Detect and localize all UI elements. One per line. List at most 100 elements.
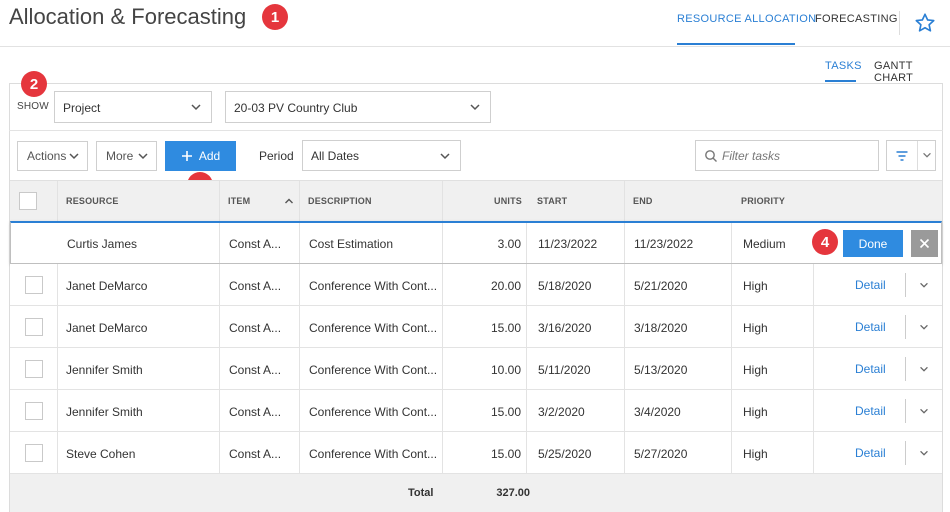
row-checkbox[interactable] bbox=[25, 360, 43, 378]
add-button-label: Add bbox=[198, 149, 221, 163]
column-divider bbox=[624, 181, 625, 222]
chevron-down-icon[interactable] bbox=[918, 447, 930, 459]
column-divider bbox=[526, 223, 527, 263]
column-header-end[interactable]: END bbox=[633, 196, 653, 206]
cell-description: Cost Estimation bbox=[309, 237, 394, 251]
column-divider bbox=[526, 390, 527, 431]
toolbar-divider bbox=[9, 130, 943, 131]
column-header-resource[interactable]: RESOURCE bbox=[66, 196, 119, 206]
tab-tasks[interactable]: TASKS bbox=[825, 60, 862, 72]
cell-end: 3/18/2020 bbox=[634, 321, 688, 335]
cell-resource: Janet DeMarco bbox=[66, 321, 148, 335]
column-header-start[interactable]: START bbox=[537, 196, 567, 206]
project-select[interactable]: 20-03 PV Country Club bbox=[225, 91, 491, 123]
column-divider bbox=[526, 306, 527, 347]
search-input[interactable] bbox=[722, 147, 872, 165]
column-divider bbox=[57, 390, 58, 431]
cancel-edit-button[interactable] bbox=[911, 230, 938, 257]
cell-description: Conference With Cont... bbox=[309, 363, 438, 377]
column-divider bbox=[624, 264, 625, 305]
detail-link[interactable]: Detail bbox=[855, 362, 886, 376]
cell-description: Conference With Cont... bbox=[309, 447, 438, 461]
chevron-down-icon[interactable] bbox=[918, 279, 930, 291]
table-row[interactable]: Jennifer Smith Const A... Conference With … bbox=[10, 390, 942, 432]
column-divider bbox=[442, 432, 443, 473]
row-checkbox[interactable] bbox=[25, 402, 43, 420]
plus-icon bbox=[181, 151, 192, 161]
column-divider bbox=[813, 306, 814, 347]
cell-end: 5/13/2020 bbox=[634, 363, 688, 377]
cell-start: 3/16/2020 bbox=[538, 321, 592, 335]
table-row[interactable]: Janet DeMarco Const A... Conference With C… bbox=[10, 264, 942, 306]
column-divider bbox=[299, 348, 300, 389]
actions-button-label: Actions bbox=[27, 149, 67, 163]
detail-link[interactable]: Detail bbox=[855, 278, 886, 292]
column-divider bbox=[526, 264, 527, 305]
chevron-down-icon[interactable] bbox=[918, 363, 930, 375]
column-divider bbox=[219, 264, 220, 305]
cell-resource: Curtis James bbox=[67, 237, 138, 251]
detail-link[interactable]: Detail bbox=[855, 446, 886, 460]
add-button[interactable]: Add bbox=[165, 141, 236, 171]
period-select[interactable]: All Dates bbox=[302, 140, 461, 171]
column-header-units[interactable]: UNITS bbox=[494, 196, 522, 206]
cell-units: 15.00 bbox=[490, 321, 521, 335]
column-divider bbox=[57, 264, 58, 305]
active-subtab-indicator bbox=[825, 80, 856, 82]
column-divider bbox=[624, 348, 625, 389]
column-divider bbox=[813, 264, 814, 305]
column-divider bbox=[442, 306, 443, 347]
column-divider bbox=[57, 348, 58, 389]
cell-start: 5/11/2020 bbox=[538, 363, 591, 377]
cell-description: Conference With Cont... bbox=[309, 405, 438, 419]
sort-ascending-icon[interactable] bbox=[284, 196, 294, 206]
column-divider bbox=[731, 264, 732, 305]
cell-units: 15.00 bbox=[490, 447, 521, 461]
column-divider bbox=[219, 306, 220, 347]
show-label: SHOW bbox=[17, 101, 49, 112]
table-row[interactable]: Steve Cohen Const A... Conference With Con… bbox=[10, 432, 942, 474]
cell-priority: High bbox=[743, 279, 768, 293]
chevron-down-icon[interactable] bbox=[918, 321, 930, 333]
filter-icon bbox=[896, 151, 908, 161]
column-divider bbox=[624, 390, 625, 431]
table-row-editing[interactable]: Curtis James Const A... Cost Estimation … bbox=[10, 221, 942, 264]
actions-button[interactable]: Actions bbox=[17, 141, 88, 171]
tab-forecasting[interactable]: FORECASTING bbox=[815, 13, 898, 25]
column-divider bbox=[813, 432, 814, 473]
column-header-item[interactable]: ITEM bbox=[228, 196, 250, 206]
show-select[interactable]: Project bbox=[54, 91, 212, 123]
chevron-down-icon bbox=[69, 153, 79, 160]
row-checkbox[interactable] bbox=[25, 444, 43, 462]
cell-priority: Medium bbox=[743, 237, 786, 251]
tab-resource-allocation[interactable]: RESOURCE ALLOCATION bbox=[677, 13, 816, 25]
cell-priority: High bbox=[743, 447, 768, 461]
table-header: RESOURCE ITEM DESCRIPTION UNITS START EN… bbox=[10, 180, 942, 222]
filter-button[interactable] bbox=[886, 140, 936, 171]
project-select-value: 20-03 PV Country Club bbox=[234, 101, 358, 115]
star-icon[interactable] bbox=[914, 12, 936, 34]
row-checkbox[interactable] bbox=[25, 276, 43, 294]
detail-link[interactable]: Detail bbox=[855, 320, 886, 334]
column-divider bbox=[624, 223, 625, 263]
more-button[interactable]: More bbox=[96, 141, 157, 171]
column-divider bbox=[442, 390, 443, 431]
cell-start: 5/18/2020 bbox=[538, 279, 592, 293]
detail-link[interactable]: Detail bbox=[855, 404, 886, 418]
chevron-down-icon[interactable] bbox=[918, 405, 930, 417]
tab-gantt-chart[interactable]: GANTT CHART bbox=[874, 60, 950, 84]
column-divider bbox=[813, 390, 814, 431]
done-button[interactable]: Done bbox=[843, 230, 903, 257]
cell-units: 10.00 bbox=[490, 363, 521, 377]
table-total-row: Total 327.00 bbox=[10, 474, 942, 512]
select-all-checkbox[interactable] bbox=[19, 192, 37, 210]
cell-start: 5/25/2020 bbox=[538, 447, 592, 461]
column-divider bbox=[219, 223, 220, 263]
row-checkbox[interactable] bbox=[25, 318, 43, 336]
column-header-priority[interactable]: PRIORITY bbox=[741, 196, 785, 206]
show-select-value: Project bbox=[63, 101, 101, 115]
cell-end: 5/21/2020 bbox=[634, 279, 688, 293]
column-header-description[interactable]: DESCRIPTION bbox=[308, 196, 372, 206]
table-row[interactable]: Janet DeMarco Const A... Conference With C… bbox=[10, 306, 942, 348]
table-row[interactable]: Jennifer Smith Const A... Conference With … bbox=[10, 348, 942, 390]
